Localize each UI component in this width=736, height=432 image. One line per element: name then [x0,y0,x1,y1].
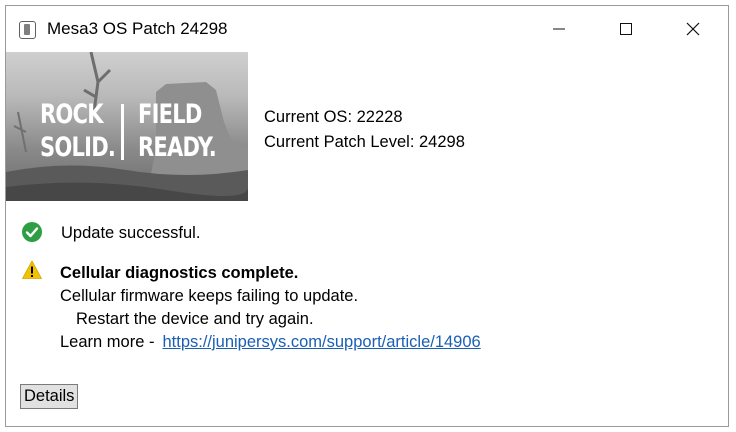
minimize-icon [553,28,565,30]
support-article-link[interactable]: https://junipersys.com/support/article/1… [162,333,480,351]
warning-title: Cellular diagnostics complete. [60,264,299,282]
patch-window: Mesa3 OS Patch 24298 ROCK SOLID. FIELD R… [5,5,729,427]
learn-more-label: Learn more - [60,333,155,351]
current-patch-label: Current Patch Level: 24298 [264,133,465,151]
title-bar[interactable]: Mesa3 OS Patch 24298 [6,6,728,52]
warning-line-1: Cellular firmware keeps failing to updat… [60,287,359,305]
app-icon [19,21,36,39]
close-icon [686,22,700,36]
minimize-button[interactable] [536,6,582,52]
warning-triangle-icon [22,260,42,279]
warning-line-2: Restart the device and try again. [76,310,314,328]
current-os-label: Current OS: 22228 [264,108,403,126]
slogan-left: ROCK SOLID. [40,99,116,163]
warning-message-block: Cellular diagnostics complete. Cellular … [60,262,481,354]
maximize-button[interactable] [603,6,649,52]
slogan-divider [121,104,124,160]
success-status: Update successful. [22,222,200,244]
warning-status-icon-wrap [22,260,61,280]
slogan-right: FIELD READY. [138,99,217,163]
window-title: Mesa3 OS Patch 24298 [47,19,228,38]
close-button[interactable] [670,6,716,52]
brand-banner-image: ROCK SOLID. FIELD READY. [6,52,248,201]
success-message: Update successful. [61,224,201,242]
learn-more-row: Learn more - https://junipersys.com/suppo… [60,331,481,354]
details-button[interactable]: Details [20,384,79,409]
check-circle-icon [22,222,42,242]
maximize-icon [620,23,632,35]
